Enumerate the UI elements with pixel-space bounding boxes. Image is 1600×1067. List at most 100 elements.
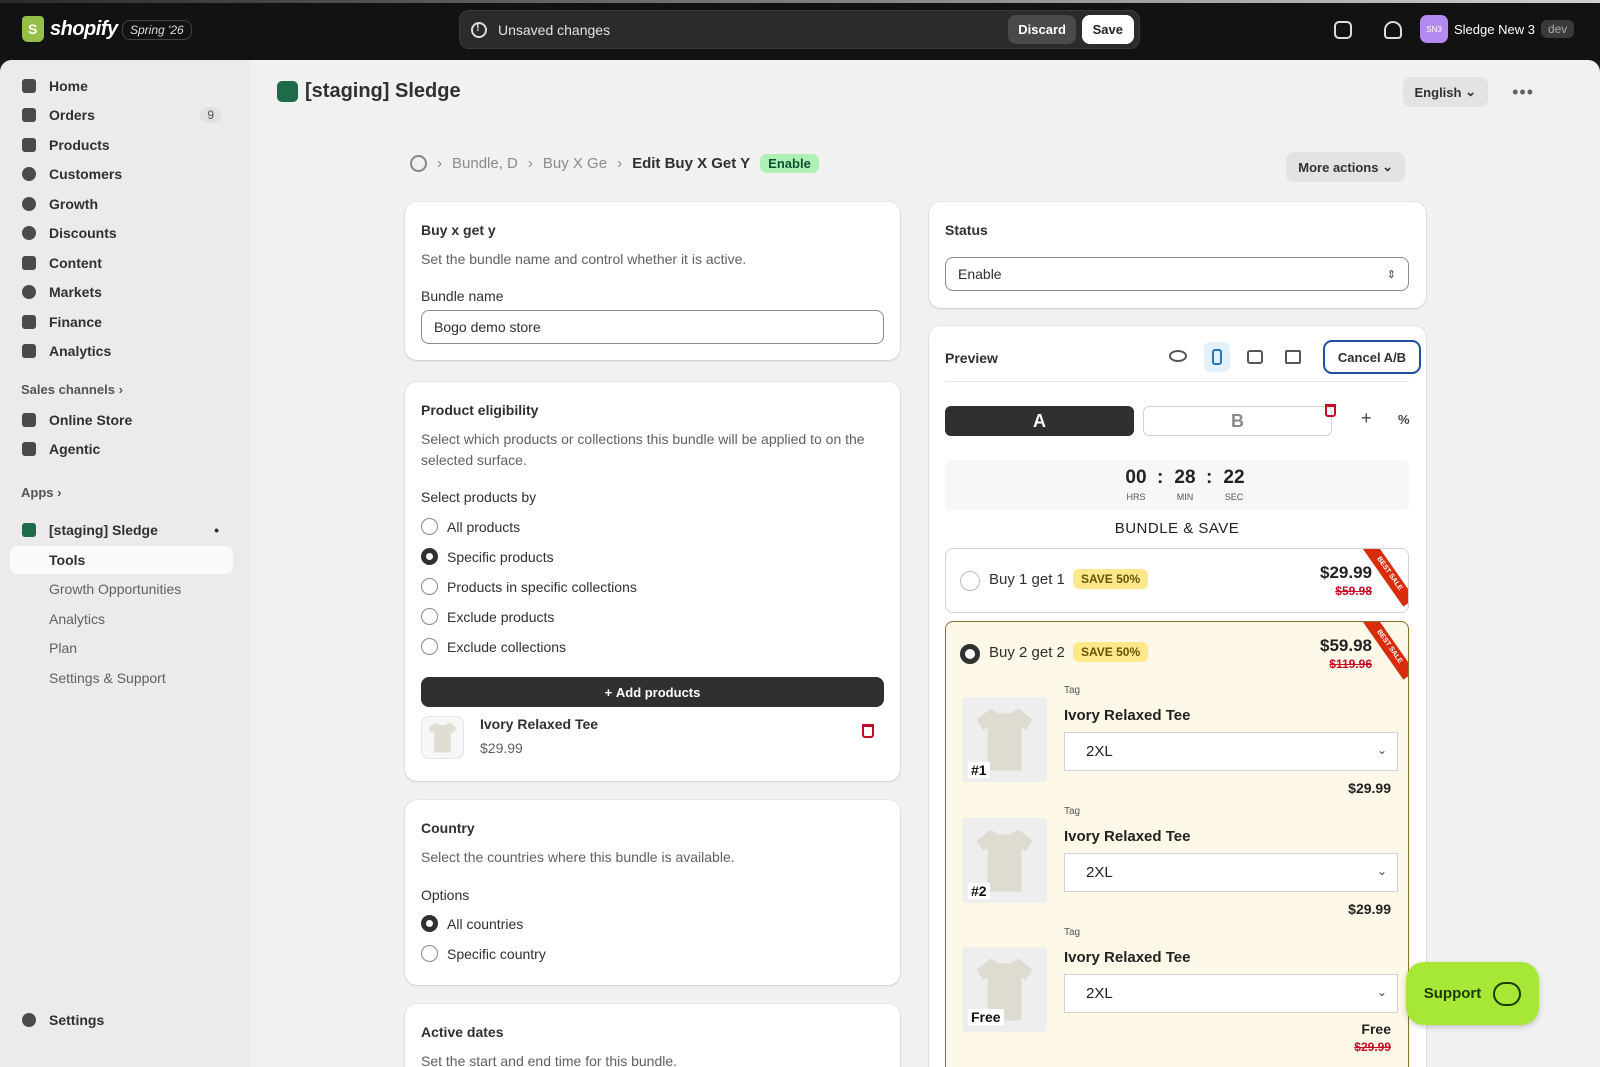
sidebar-item-orders[interactable]: Orders 9 [10,101,233,129]
avatar: SN3 [1420,15,1448,43]
delete-variant-icon[interactable] [1325,404,1336,417]
status-select[interactable]: Enable ⇕ [945,257,1409,291]
sidebar-item-customers[interactable]: Customers [10,160,233,188]
product-thumbnail [421,716,464,759]
sidebar-subitem-tools[interactable]: Tools [10,546,233,574]
person-icon [22,167,36,181]
more-actions-button[interactable]: More actions ⌄ [1286,152,1405,182]
tag-icon [22,138,36,152]
sales-channels-header[interactable]: Sales channels › [21,382,123,397]
sidebar-subitem-analytics[interactable]: Analytics [10,605,233,633]
sidebar-item-label: Discounts [49,225,117,241]
sidebar-item-label: Settings & Support [49,670,166,686]
language-selector[interactable]: English ⌄ [1402,77,1488,107]
status-badge: Enable [760,154,819,173]
sidebar-item-products[interactable]: Products [10,131,233,159]
sidebar-subitem-growth-opportunities[interactable]: Growth Opportunities [10,575,233,603]
percent-icon[interactable]: % [1398,412,1410,427]
breadcrumb-item[interactable]: Bundle, D [452,155,518,172]
settings-icon[interactable] [410,155,427,172]
variant-a-tab[interactable]: A [945,406,1134,436]
bell-icon[interactable] [1384,21,1402,39]
tier-price: $29.99 [1320,563,1372,582]
sidebar-subitem-settings-support[interactable]: Settings & Support [10,664,233,692]
sidebar-item-content[interactable]: Content [10,249,233,277]
sidebar-item-home[interactable]: Home [10,72,233,100]
tshirt-image [428,722,457,753]
size-select[interactable]: 2XL ⌄ [1064,853,1398,892]
sidebar-item-settings[interactable]: Settings [10,1006,233,1034]
item-number: #2 [968,883,990,899]
size-select[interactable]: 2XL ⌄ [1064,974,1398,1013]
more-options-icon[interactable]: ••• [1512,82,1534,103]
radio-all-products[interactable]: All products [421,518,520,535]
radio-circle [421,945,438,962]
country-card: Country Select the countries where this … [405,800,900,985]
variant-b-tab[interactable]: B [1143,406,1332,436]
content-icon [22,256,36,270]
radio-exclude-products[interactable]: Exclude products [421,608,554,625]
product-price: $29.99 [480,740,523,756]
support-button[interactable]: Support [1406,962,1539,1025]
discard-button[interactable]: Discard [1008,15,1076,44]
countdown-timer: 00 HRS : 28 MIN : 22 SEC [945,460,1409,510]
bundle-name-input[interactable]: Bogo demo store [421,310,884,344]
home-icon [22,79,36,93]
store-icon [22,413,36,427]
desktop-icon[interactable] [1247,350,1263,364]
sidebar-item-online-store[interactable]: Online Store [10,406,233,434]
tier-compare-price: $119.96 [1329,657,1372,671]
item-number: Free [968,1009,1004,1025]
radio-specific-products[interactable]: Specific products [421,548,554,565]
sidebar-item-finance[interactable]: Finance [10,308,233,336]
sidebar-item-agentic[interactable]: Agentic [10,435,233,463]
chevron-down-icon: ⌄ [1376,864,1387,878]
admin-shell: Home Orders 9 Products Customers Growth D… [0,60,1600,1067]
radio-label: All countries [447,915,524,932]
eye-icon[interactable] [1169,350,1187,362]
discount-icon [22,226,36,240]
select-arrows-icon: ⇕ [1386,268,1396,281]
item-number: #1 [968,762,990,778]
sidebar: Home Orders 9 Products Customers Growth D… [0,60,250,1067]
top-bar: shopify Spring '26 Unsaved changes Disca… [0,0,1600,60]
sidebar-subitem-plan[interactable]: Plan [10,634,233,662]
sidebar-item-discounts[interactable]: Discounts [10,219,233,247]
shopify-logo[interactable]: shopify [22,16,118,42]
radio-circle-selected [421,548,438,565]
chevron-right-icon: › [617,155,623,172]
breadcrumb-item[interactable]: Buy X Ge [543,155,607,172]
size-value: 2XL [1086,985,1113,1002]
chevron-right-icon: › [527,155,533,172]
timer-separator: : [1157,467,1164,488]
sidebar-item-label: Settings [49,1012,105,1028]
tier-buy-2-get-2[interactable]: Buy 2 get 2 SAVE 50% $59.98 $119.96 BEST… [945,621,1409,1067]
tier-buy-1-get-1[interactable]: Buy 1 get 1 SAVE 50% $29.99 $59.98 BEST … [945,548,1409,613]
radio-label: Products in specific collections [447,578,637,595]
mobile-view-toggle[interactable] [1204,342,1230,372]
add-variant-icon[interactable]: + [1361,408,1372,429]
sidebar-item-markets[interactable]: Markets [10,278,233,306]
radio-all-countries[interactable]: All countries [421,915,523,932]
cancel-ab-button[interactable]: Cancel A/B [1323,340,1421,374]
timer-minutes-label: MIN [1176,492,1194,502]
radio-specific-country[interactable]: Specific country [421,945,546,962]
apps-header[interactable]: Apps › [21,485,61,500]
sidebar-item-label: Markets [49,284,102,300]
radio-exclude-collections[interactable]: Exclude collections [421,638,566,655]
account-menu[interactable]: SN3 Sledge New 3 dev [1420,15,1575,43]
sidebar-item-analytics[interactable]: Analytics [10,337,233,365]
product-name: Ivory Relaxed Tee [480,716,599,732]
save-button[interactable]: Save [1081,15,1134,44]
size-select[interactable]: 2XL ⌄ [1064,732,1398,771]
radio-products-in-collections[interactable]: Products in specific collections [421,578,637,595]
sidekick-icon[interactable] [1334,21,1352,39]
delete-product-icon[interactable] [862,724,874,738]
sidebar-item-label: Products [49,137,110,153]
add-products-button[interactable]: + Add products [421,677,884,707]
chevron-down-icon: ⌄ [1382,159,1393,174]
layout-icon[interactable] [1285,350,1301,364]
sidebar-item-growth[interactable]: Growth [10,190,233,218]
status-card: Status Enable ⇕ [929,202,1426,308]
sidebar-item-sledge-app[interactable]: [staging] Sledge • [10,516,233,544]
